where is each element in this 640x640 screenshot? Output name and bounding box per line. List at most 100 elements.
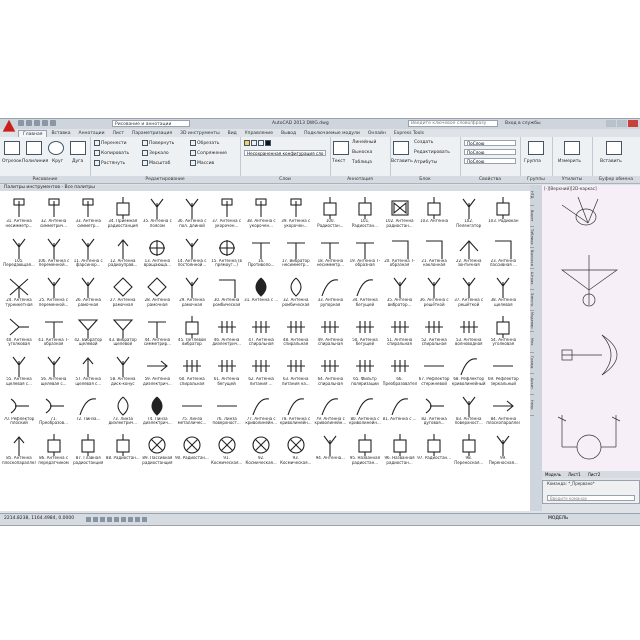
palette-tool-item[interactable]: 68. Рефлектор криволинейный <box>452 351 487 391</box>
palette-tool-item[interactable]: 13. Антенна вращающа... <box>140 233 175 273</box>
palette-tool-item[interactable]: 47. Антенна спиральная <box>244 312 279 352</box>
mirror-button[interactable]: Зеркало <box>142 150 169 156</box>
palette-tool-item[interactable]: 11. Антенна с фарсинхр... <box>71 233 106 273</box>
rotate-button[interactable]: Повернуть <box>142 140 174 146</box>
palette-tool-item[interactable]: 39. Антенна с укорочен... <box>279 193 314 233</box>
palette-tool-item[interactable]: 41. Антенна Т-образная <box>37 312 72 352</box>
palette-tool-item[interactable]: 103. Антенна <box>417 193 452 233</box>
palette-tab[interactable]: Архит. <box>530 374 534 395</box>
circle-button[interactable]: Круг <box>52 159 63 164</box>
palette-tool-item[interactable]: 42. Вибратор щелевой <box>71 312 106 352</box>
palette-tool-item[interactable]: 25. Антенна с переменной... <box>37 272 72 312</box>
edit-block-button[interactable]: Редактировать <box>414 150 450 155</box>
arc-icon[interactable] <box>70 141 86 155</box>
palette-tool-item[interactable]: 60. Антенна спиральная <box>175 351 210 391</box>
palette-tool-item[interactable]: 103. Радиокан <box>486 193 521 233</box>
palette-tool-item[interactable]: 31. Антенна с ... <box>244 272 279 312</box>
create-block-button[interactable]: Создать <box>414 140 433 145</box>
ortho-icon[interactable] <box>100 517 105 522</box>
palette-tool-item[interactable]: 82. Антенна дуговая... <box>417 391 452 431</box>
open-icon[interactable] <box>26 120 32 126</box>
attributes-button[interactable]: Атрибуты <box>414 160 437 165</box>
measure-button[interactable]: Измерить <box>558 159 581 164</box>
group-icon[interactable] <box>528 141 544 155</box>
palette-tool-item[interactable]: 48. Антенна спиральная <box>279 312 314 352</box>
new-icon[interactable] <box>18 120 24 126</box>
save-icon[interactable] <box>34 120 40 126</box>
palette-tool-item[interactable]: 64. Антенна спиральная <box>313 351 348 391</box>
line-icon[interactable] <box>4 141 20 155</box>
palette-tool-item[interactable]: 14. Антенна с постоянной... <box>175 233 210 273</box>
palette-tool-item[interactable]: 35. Антенна с поясом <box>140 193 175 233</box>
leader-button[interactable]: Выноска <box>352 150 372 155</box>
palette-tool-item[interactable]: 83. Антенна поверхност... <box>452 391 487 431</box>
move-button[interactable]: Перенести <box>94 140 127 146</box>
palette-tool-item[interactable]: 30. Антенна ромбическая <box>210 272 245 312</box>
fillet-button[interactable]: Сопряжение <box>190 150 227 156</box>
palette-tool-item[interactable]: 38. Антенна с укорочен... <box>244 193 279 233</box>
search-input[interactable]: Введите ключевое слово/фразу <box>408 120 498 127</box>
palette-tab[interactable]: Мех. <box>530 332 534 353</box>
palette-tool-item[interactable]: 102. Пеленгатор <box>452 193 487 233</box>
signin-button[interactable]: Вход в службы <box>505 121 541 126</box>
palette-tool-item[interactable]: 94. Антенна... <box>313 430 348 470</box>
palette-tool-item[interactable]: 71. Преобразов... <box>37 391 72 431</box>
palette-tool-item[interactable]: 76. Линза поверхност... <box>210 391 245 431</box>
palette-tool-item[interactable]: 99. Переносная... <box>486 430 521 470</box>
lweight-icon[interactable] <box>142 517 147 522</box>
palette-tool-item[interactable]: 20. Антенна Т-образная <box>383 233 418 273</box>
otrack-icon[interactable] <box>121 517 126 522</box>
text-button[interactable]: Текст <box>332 159 345 164</box>
palette-tool-item[interactable]: 43. Вибратор щелевой <box>106 312 141 352</box>
palette-tool-item[interactable]: 51. Антенна спиральная <box>383 312 418 352</box>
palette-tool-item[interactable]: 44. Антенна симметрир... <box>140 312 175 352</box>
maximize-button[interactable] <box>617 120 627 127</box>
array-button[interactable]: Массив <box>190 160 214 166</box>
layout-tab[interactable]: Модель <box>542 471 564 478</box>
redo-icon[interactable] <box>50 120 56 126</box>
palette-tool-item[interactable]: 32. Антенна ромбическая <box>279 272 314 312</box>
palette-tool-item[interactable]: 53. Антенна волноводная <box>452 312 487 352</box>
palette-tool-item[interactable]: 73. Линза диэлектрич... <box>106 391 141 431</box>
palette-tab[interactable]: Таблица <box>530 227 534 248</box>
palette-tab[interactable]: НТД <box>530 185 534 206</box>
command-line[interactable]: Команда: *_Прервано* Введите команду <box>542 480 640 504</box>
scale-button[interactable]: Масштаб <box>142 160 170 166</box>
palette-tool-item[interactable]: 32. Антенна симметрич... <box>37 193 72 233</box>
palette-tool-item[interactable]: 40. Антенна уголковая <box>2 312 37 352</box>
palette-tool-item[interactable]: 33. Антенна рупорная <box>313 272 348 312</box>
palette-tool-item[interactable]: 52. Антенна спиральная <box>417 312 452 352</box>
palette-tool-item[interactable]: 93. Космическая... <box>279 430 314 470</box>
app-logo-icon[interactable] <box>2 119 16 132</box>
palette-tool-item[interactable]: 67. Рефлектор стержневой <box>417 351 452 391</box>
palette-tool-item[interactable]: 90. Радиостан... <box>175 430 210 470</box>
palette-tool-item[interactable]: 78. Антенна с криволинейн... <box>279 391 314 431</box>
trim-button[interactable]: Обрезать <box>190 140 219 146</box>
palette-tool-item[interactable]: 26. Антенна рамочная <box>71 272 106 312</box>
layout-tab[interactable]: Лист1 <box>565 471 584 478</box>
model-space-button[interactable]: МОДЕЛЬ <box>548 516 568 521</box>
layout-tab[interactable]: Лист2 <box>585 471 604 478</box>
minimize-button[interactable] <box>606 120 616 127</box>
palette-tab[interactable]: Электр. <box>530 290 534 311</box>
palette-tool-item[interactable]: 36. Антенна с пол. длиной <box>175 193 210 233</box>
palette-tool-item[interactable]: 74. Линза диэлектрич... <box>140 391 175 431</box>
undo-icon[interactable] <box>42 120 48 126</box>
palette-tool-item[interactable]: 59. Антенна диэлектрич... <box>140 351 175 391</box>
insert-block-icon[interactable] <box>393 141 409 155</box>
grid-icon[interactable] <box>93 517 98 522</box>
palette-tool-item[interactable]: 105. Передающая... <box>2 233 37 273</box>
dyn-icon[interactable] <box>135 517 140 522</box>
palette-tool-item[interactable]: 106. Антенна с переменной... <box>37 233 72 273</box>
palette-tool-item[interactable]: 65. Фильтр поляризации <box>348 351 383 391</box>
palette-tool-item[interactable]: 37. Антенна с укорочен... <box>210 193 245 233</box>
palette-tool-item[interactable]: 84. Антенна плоскопараллельна <box>486 391 521 431</box>
palette-tool-item[interactable]: 80. Антенна с криволинейн... <box>348 391 383 431</box>
palette-tool-item[interactable]: 63. Антенна питания на... <box>279 351 314 391</box>
palette-tool-item[interactable]: 34. Приемная радиостанция <box>106 193 141 233</box>
polyline-button[interactable]: Полилиния <box>22 159 48 164</box>
palette-tool-item[interactable]: 18. Антенна несимметр... <box>313 233 348 273</box>
palette-tool-item[interactable]: 23. Антенна пассивная ... <box>486 233 521 273</box>
palette-tool-item[interactable]: 28. Антенна рамочная <box>140 272 175 312</box>
table-button[interactable]: Таблица <box>352 160 372 165</box>
